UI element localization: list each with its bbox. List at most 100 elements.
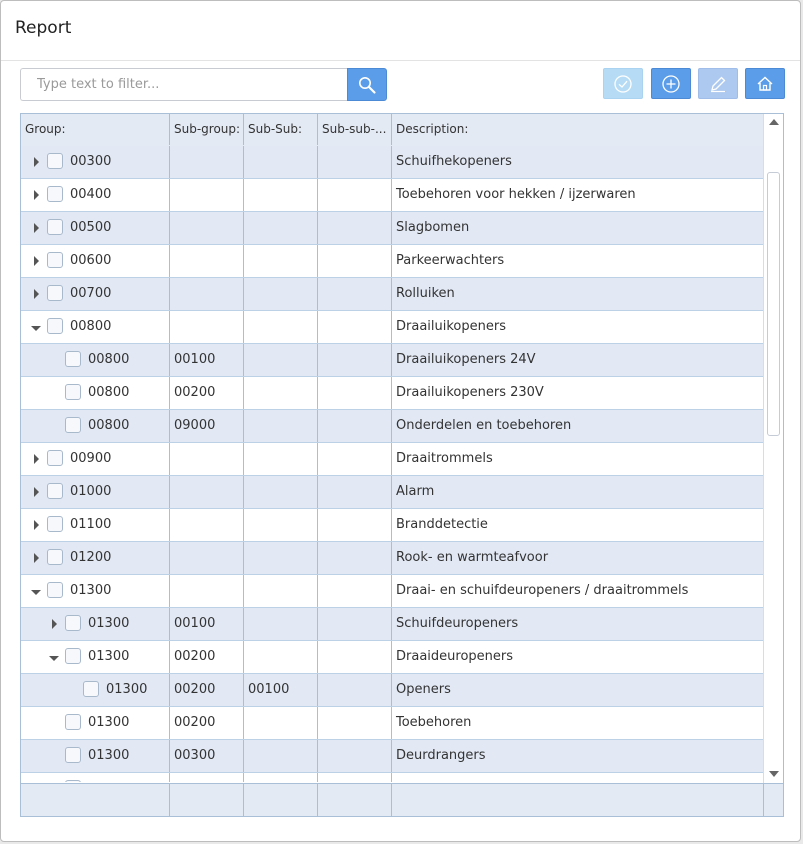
table-row[interactable]: 01200 Rook- en warmteafvoor [21, 542, 763, 575]
table-row[interactable]: 01300 Draai- en schuifdeuropeners / draai… [21, 575, 763, 608]
table-row[interactable]: 01000 Alarm [21, 476, 763, 509]
sub-sub-cell [244, 245, 318, 277]
row-checkbox[interactable] [47, 483, 63, 499]
grid-body: 00300 Schuifhekopeners 00400 Toebehoren voo… [21, 146, 763, 782]
table-row[interactable]: 00900 Draaitrommels [21, 443, 763, 476]
footer-cell [392, 784, 763, 816]
row-checkbox[interactable] [47, 516, 63, 532]
sub-sub-cell [244, 377, 318, 409]
description-cell: Slagbomen [396, 220, 470, 235]
row-checkbox[interactable] [47, 285, 63, 301]
column-header-sub-sub[interactable]: Sub-Sub: [244, 114, 318, 145]
column-header-group[interactable]: Group: [21, 114, 170, 145]
row-checkbox[interactable] [47, 252, 63, 268]
collapsed-arrow-icon[interactable] [31, 223, 41, 233]
sub-sub-sub-cell [318, 212, 392, 244]
column-header-sub-group[interactable]: Sub-group: [170, 114, 244, 145]
table-row[interactable]: 01300 00300 Deurdrangers [21, 740, 763, 773]
sub-group-cell [170, 212, 244, 244]
plus-circle-icon [662, 74, 680, 93]
row-checkbox[interactable] [47, 219, 63, 235]
table-row[interactable]: 01300 00300 [21, 773, 763, 782]
description-cell: Deurdrangers [396, 748, 486, 763]
row-checkbox[interactable] [65, 615, 81, 631]
edit-button[interactable] [698, 68, 738, 99]
table-row[interactable]: 00800 09000 Onderdelen en toebehoren [21, 410, 763, 443]
filter-input[interactable] [20, 68, 348, 101]
table-row[interactable]: 00500 Slagbomen [21, 212, 763, 245]
sub-sub-cell [244, 509, 318, 541]
expanded-arrow-icon[interactable] [31, 586, 41, 596]
description-cell: Alarm [396, 484, 435, 499]
confirm-button[interactable] [603, 68, 643, 99]
column-header-description[interactable]: Description: [392, 114, 763, 145]
table-row[interactable]: 01300 00100 Schuifdeuropeners [21, 608, 763, 641]
table-row[interactable]: 00800 00200 Draailuikopeners 230V [21, 377, 763, 410]
collapsed-arrow-icon[interactable] [31, 553, 41, 563]
expanded-arrow-icon[interactable] [31, 322, 41, 332]
report-grid: Group: Sub-group: Sub-Sub: Sub-sub-... D… [20, 113, 784, 817]
collapsed-arrow-icon[interactable] [31, 256, 41, 266]
group-code: 01100 [70, 517, 112, 532]
group-cell: 01300 [21, 575, 170, 607]
group-cell: 00800 [21, 377, 170, 409]
table-row[interactable]: 00400 Toebehoren voor hekken / ijzerwaren [21, 179, 763, 212]
column-header-sub-sub-sub[interactable]: Sub-sub-... [318, 114, 392, 145]
row-checkbox[interactable] [65, 648, 81, 664]
row-checkbox[interactable] [65, 747, 81, 763]
table-row[interactable]: 01300 00200 Toebehoren [21, 707, 763, 740]
expanded-arrow-icon[interactable] [49, 652, 59, 662]
vertical-scrollbar[interactable] [763, 114, 783, 783]
description-cell [392, 773, 763, 782]
collapsed-arrow-icon[interactable] [31, 289, 41, 299]
collapsed-arrow-icon[interactable] [31, 520, 41, 530]
group-code: 01300 [70, 583, 112, 598]
row-checkbox[interactable] [83, 681, 99, 697]
table-row[interactable]: 00600 Parkeerwachters [21, 245, 763, 278]
sub-sub-cell [244, 179, 318, 211]
collapsed-arrow-icon[interactable] [31, 157, 41, 167]
sub-group-cell: 00100 [170, 608, 244, 640]
table-row[interactable]: 01300 00200 00100 Openers [21, 674, 763, 707]
row-checkbox[interactable] [47, 186, 63, 202]
description-cell: Draaideuropeners [396, 649, 514, 664]
row-checkbox[interactable] [47, 582, 63, 598]
table-row[interactable]: 00300 Schuifhekopeners [21, 146, 763, 179]
sub-sub-cell [244, 575, 318, 607]
scroll-down-arrow-icon[interactable] [769, 771, 779, 777]
description-cell: Draailuikopeners 230V [396, 385, 544, 400]
row-checkbox[interactable] [47, 153, 63, 169]
table-row[interactable]: 00700 Rolluiken [21, 278, 763, 311]
row-checkbox[interactable] [47, 549, 63, 565]
group-code: 01200 [70, 550, 112, 565]
scrollbar-thumb[interactable] [767, 172, 780, 436]
collapsed-arrow-icon[interactable] [49, 619, 59, 629]
description-cell: Branddetectie [396, 517, 488, 532]
collapsed-arrow-icon[interactable] [31, 487, 41, 497]
table-row[interactable]: 00800 00100 Draailuikopeners 24V [21, 344, 763, 377]
group-code: 00300 [70, 154, 112, 169]
sub-group-cell: 00200 [170, 707, 244, 739]
row-checkbox[interactable] [65, 714, 81, 730]
row-checkbox[interactable] [47, 450, 63, 466]
check-circle-icon [614, 74, 632, 93]
group-cell: 01300 [21, 740, 170, 772]
group-code: 00800 [70, 319, 112, 334]
row-checkbox[interactable] [65, 417, 81, 433]
table-row[interactable]: 01100 Branddetectie [21, 509, 763, 542]
row-checkbox[interactable] [47, 318, 63, 334]
search-button[interactable] [347, 68, 387, 101]
row-checkbox[interactable] [65, 351, 81, 367]
row-checkbox[interactable] [65, 384, 81, 400]
scroll-up-arrow-icon[interactable] [769, 119, 779, 125]
sub-group-cell: 00200 [170, 674, 244, 706]
collapsed-arrow-icon[interactable] [31, 454, 41, 464]
table-row[interactable]: 01300 00200 Draaideuropeners [21, 641, 763, 674]
row-checkbox[interactable] [65, 780, 81, 782]
footer-cell [318, 784, 392, 816]
group-cell: 01300 [21, 608, 170, 640]
add-button[interactable] [651, 68, 691, 99]
collapsed-arrow-icon[interactable] [31, 190, 41, 200]
home-button[interactable] [745, 68, 785, 99]
table-row[interactable]: 00800 Draailuikopeners [21, 311, 763, 344]
